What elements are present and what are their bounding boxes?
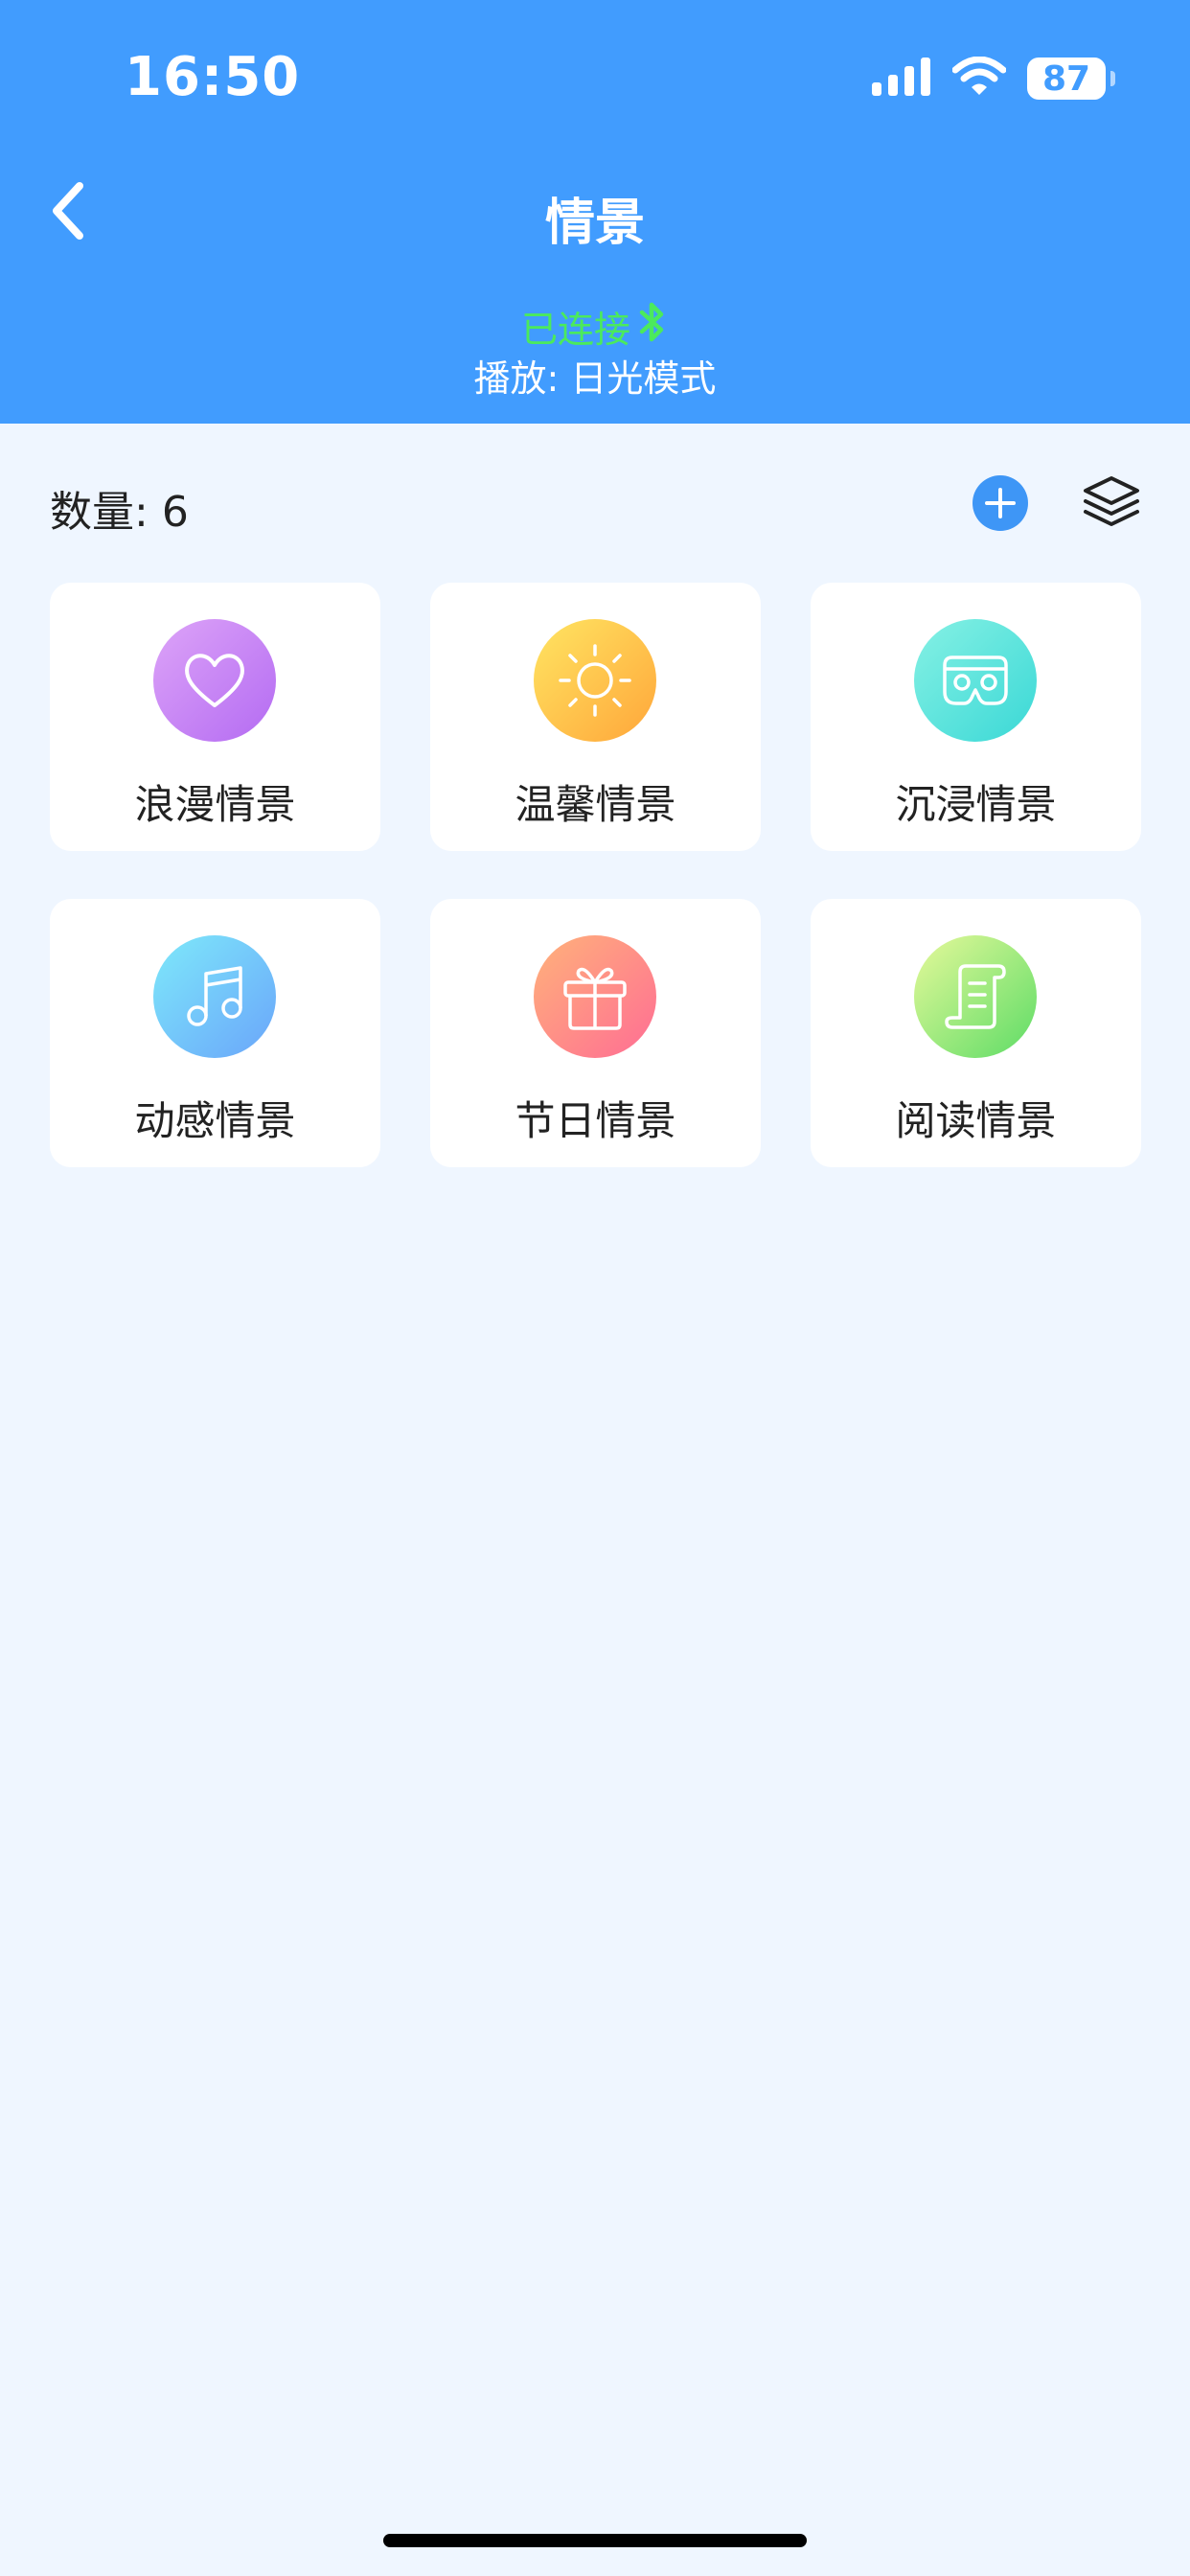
scene-card-warm[interactable]: 温馨情景 — [430, 583, 761, 851]
connection-status: 已连接 — [0, 299, 1190, 354]
layers-button[interactable] — [1077, 468, 1146, 537]
scene-label: 浪漫情景 — [134, 781, 296, 828]
signal-icon — [872, 58, 931, 100]
scene-card-reading[interactable]: 阅读情景 — [811, 899, 1141, 1167]
toolbar: 数量: 6 — [0, 450, 1190, 558]
home-indicator[interactable] — [383, 2534, 807, 2547]
music-note-icon — [187, 966, 242, 1026]
scene-icon-bg — [914, 619, 1037, 742]
scene-label: 沉浸情景 — [895, 781, 1057, 828]
status-icons: 87 — [872, 56, 1115, 102]
scene-grid: 浪漫情景 温馨情景 沉浸情景 动感情景 节日情景 阅读情景 — [50, 583, 1141, 1167]
layers-icon — [1084, 476, 1139, 526]
scene-label: 温馨情景 — [515, 781, 676, 828]
connection-status-text: 已连接 — [520, 309, 630, 351]
header: 16:50 87 情景 已连接 播放: 日光模式 — [0, 0, 1190, 424]
scene-count-value: 6 — [161, 488, 189, 537]
bluetooth-icon — [636, 299, 669, 354]
battery-indicator: 87 — [1027, 58, 1115, 100]
sun-icon — [559, 644, 631, 717]
scene-icon-bg — [153, 619, 276, 742]
now-playing: 播放: 日光模式 — [473, 357, 717, 400]
scene-card-immersive[interactable]: 沉浸情景 — [811, 583, 1141, 851]
scene-icon-bg — [534, 619, 656, 742]
plus-icon — [985, 488, 1016, 518]
page-title: 情景 — [544, 195, 645, 252]
scene-icon-bg — [153, 935, 276, 1058]
nav-bar: 情景 — [0, 153, 1190, 268]
scene-icon-bg — [534, 935, 656, 1058]
scene-icon-bg — [914, 935, 1037, 1058]
status-time: 16:50 — [125, 46, 301, 108]
scene-count: 数量: 6 — [50, 477, 189, 539]
scroll-icon — [945, 964, 1006, 1029]
scene-card-festival[interactable]: 节日情景 — [430, 899, 761, 1167]
scene-label: 动感情景 — [134, 1097, 296, 1144]
scene-label: 阅读情景 — [895, 1097, 1057, 1144]
scene-count-label: 数量: — [50, 488, 149, 537]
vr-goggles-icon — [943, 656, 1008, 705]
heart-icon — [185, 654, 244, 707]
scene-card-dynamic[interactable]: 动感情景 — [50, 899, 380, 1167]
scene-label: 节日情景 — [515, 1097, 676, 1144]
add-scene-button[interactable] — [973, 475, 1028, 531]
gift-icon — [563, 967, 627, 1030]
status-bar: 16:50 87 — [0, 0, 1190, 153]
wifi-icon — [951, 56, 1007, 101]
scene-card-romantic[interactable]: 浪漫情景 — [50, 583, 380, 851]
